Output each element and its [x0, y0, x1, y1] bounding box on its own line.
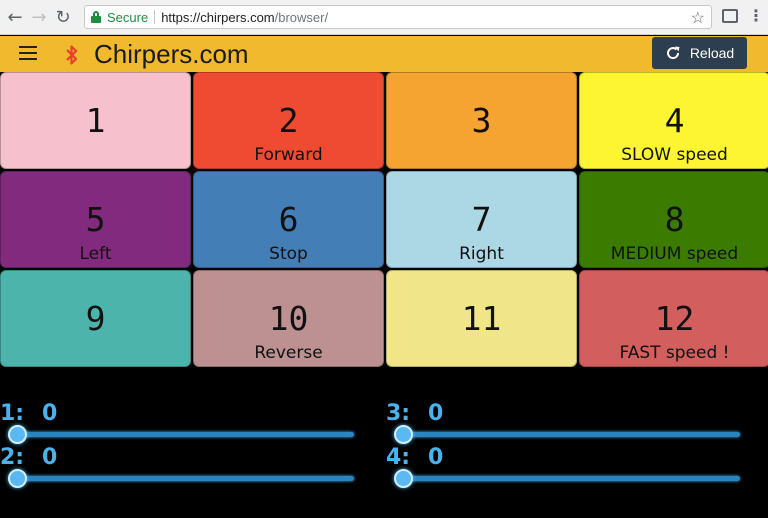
address-bar[interactable]: Secure https://chirpers.com/browser/ ☆: [84, 5, 712, 29]
slider-thumb[interactable]: [8, 425, 27, 444]
slider-label: 4:: [386, 445, 411, 470]
button-number: 7: [471, 200, 492, 239]
button-number: 4: [664, 101, 685, 140]
button-label: SLOW speed: [621, 145, 728, 165]
button-number: 10: [268, 299, 309, 338]
button-label: Stop: [269, 244, 308, 264]
slider-4: 4: 0: [386, 445, 742, 489]
control-button-11[interactable]: 11: [386, 270, 577, 367]
control-button-6[interactable]: 6 Stop: [193, 171, 384, 268]
control-button-12[interactable]: 12 FAST speed !: [579, 270, 768, 367]
slider-value: 0: [42, 445, 58, 470]
slider-label: 3:: [386, 401, 411, 426]
slider-track[interactable]: [402, 432, 740, 437]
button-label: Reverse: [254, 343, 323, 363]
lock-icon: [91, 11, 101, 23]
refresh-icon[interactable]: ↻: [51, 5, 75, 29]
bookmark-star-icon[interactable]: ☆: [691, 8, 705, 28]
slider-thumb[interactable]: [394, 469, 413, 488]
url-host: https://chirpers.com: [161, 9, 275, 25]
browser-toolbar: ← → ↻ Secure https://chirpers.com/browse…: [0, 0, 768, 35]
back-arrow-icon[interactable]: ←: [3, 5, 27, 29]
slider-track[interactable]: [16, 476, 354, 481]
control-button-1[interactable]: 1: [0, 72, 191, 169]
bluetooth-icon: [66, 45, 78, 65]
control-button-grid: 1 2 Forward 3 4 SLOW speed 5 Left 6 Stop 7 Ri…: [0, 72, 768, 368]
button-number: 12: [654, 299, 695, 338]
slider-track[interactable]: [16, 432, 354, 437]
control-button-3[interactable]: 3: [386, 72, 577, 169]
button-number: 9: [85, 299, 106, 338]
forward-arrow-icon[interactable]: →: [27, 5, 51, 29]
button-label: FAST speed !: [619, 343, 730, 363]
control-button-2[interactable]: 2 Forward: [193, 72, 384, 169]
reload-icon: [666, 46, 680, 60]
slider-value: 0: [428, 445, 444, 470]
button-number: 11: [461, 299, 502, 338]
button-number: 5: [85, 200, 106, 239]
button-number: 6: [278, 200, 299, 239]
control-button-8[interactable]: 8 MEDIUM speed: [579, 171, 768, 268]
slider-2: 2: 0: [0, 445, 356, 489]
control-button-7[interactable]: 7 Right: [386, 171, 577, 268]
control-button-9[interactable]: 9: [0, 270, 191, 367]
reload-button[interactable]: Reload: [652, 37, 747, 69]
button-number: 3: [471, 101, 492, 140]
slider-thumb[interactable]: [8, 469, 27, 488]
address-divider: [154, 10, 156, 24]
control-button-5[interactable]: 5 Left: [0, 171, 191, 268]
url-path: /browser/: [274, 9, 329, 25]
secure-label: Secure: [107, 9, 149, 25]
slider-track[interactable]: [402, 476, 740, 481]
button-label: Forward: [254, 145, 323, 165]
slider-label: 2:: [0, 445, 25, 470]
slider-value: 0: [428, 401, 444, 426]
slider-1: 1: 0: [0, 401, 356, 445]
browser-menu-icon[interactable]: ⋮: [748, 6, 764, 25]
slider-label: 1:: [0, 401, 25, 426]
button-label: MEDIUM speed: [610, 244, 739, 264]
slider-thumb[interactable]: [394, 425, 413, 444]
slider-3: 3: 0: [386, 401, 742, 445]
control-button-4[interactable]: 4 SLOW speed: [579, 72, 768, 169]
control-button-10[interactable]: 10 Reverse: [193, 270, 384, 367]
slider-panel: 1: 0 2: 0 3: 0 4: 0: [0, 368, 768, 518]
button-number: 8: [664, 200, 685, 239]
slider-value: 0: [42, 401, 58, 426]
app-title: Chirpers.com: [94, 39, 249, 69]
button-label: Left: [79, 244, 112, 264]
hamburger-menu-icon[interactable]: [19, 46, 37, 60]
reload-label: Reload: [689, 45, 735, 61]
button-label: Right: [459, 244, 504, 264]
button-number: 1: [85, 101, 106, 140]
cast-icon[interactable]: [722, 9, 738, 23]
button-number: 2: [278, 101, 299, 140]
